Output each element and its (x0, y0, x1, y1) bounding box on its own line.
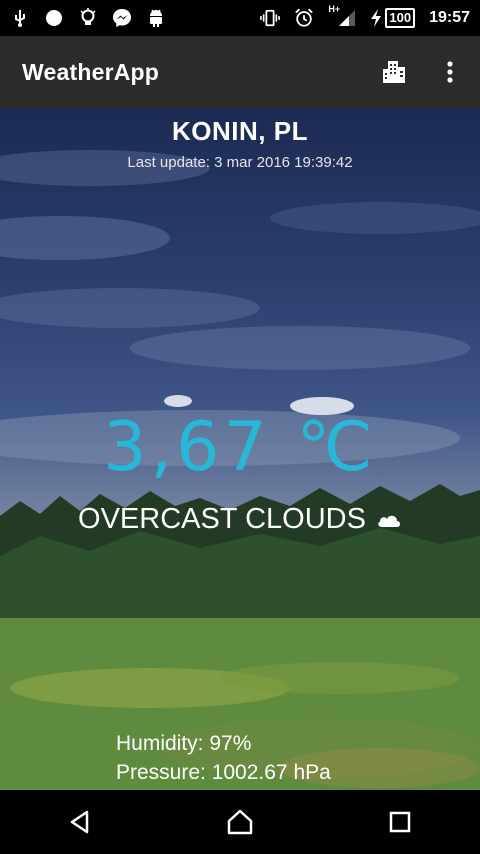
app-bar: WeatherApp (0, 36, 480, 108)
condition-label: OVERCAST CLOUDS (78, 503, 366, 535)
alarm-icon (294, 8, 314, 28)
signal-icon: H+ (328, 4, 356, 28)
humidity: Humidity: 97% (116, 732, 252, 755)
city-icon[interactable] (380, 58, 408, 86)
recents-icon[interactable] (376, 798, 424, 846)
app-title: WeatherApp (22, 58, 160, 85)
android-icon (146, 8, 166, 28)
last-update: Last update: 3 mar 2016 19:39:42 (127, 154, 353, 171)
charging-icon (370, 8, 382, 28)
vibrate-icon (260, 8, 281, 28)
battery-level: 100 (385, 8, 416, 28)
bulb-icon (78, 8, 98, 28)
weather-content: KONIN, PL Last update: 3 mar 2016 19:39:… (0, 108, 480, 790)
status-bar: H+ 100 19:57 (0, 0, 480, 36)
temperature: 3,67 ℃ (103, 408, 377, 487)
status-clock: 19:57 (429, 9, 470, 26)
overflow-menu-icon[interactable] (436, 58, 464, 86)
navigation-bar (0, 790, 480, 854)
status-notifications (10, 8, 166, 28)
cloud-icon (376, 504, 402, 537)
record-icon (44, 8, 64, 28)
usb-icon (10, 8, 30, 28)
messenger-icon (112, 8, 132, 28)
city-name: KONIN, PL (172, 116, 308, 146)
weather-condition: OVERCAST CLOUDS (0, 503, 480, 537)
status-system: H+ 100 19:57 (260, 4, 470, 28)
network-type-label: H+ (328, 4, 341, 14)
forest-background (0, 484, 480, 626)
app-bar-actions (380, 58, 464, 86)
home-icon[interactable] (216, 798, 264, 846)
back-icon[interactable] (56, 798, 104, 846)
pressure: Pressure: 1002.67 hPa (116, 761, 331, 784)
